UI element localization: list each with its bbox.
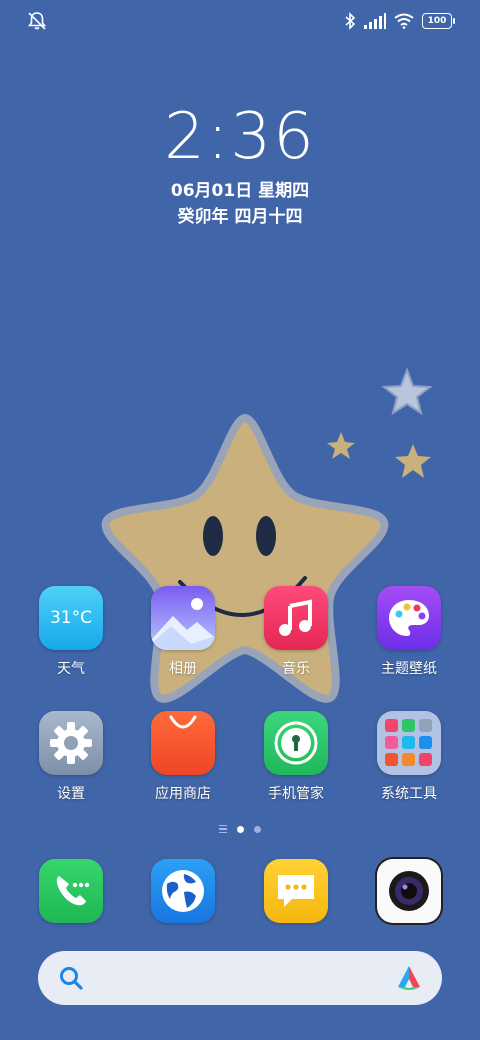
- weather-temperature: 31°C: [49, 608, 92, 628]
- dock-camera[interactable]: [359, 859, 459, 923]
- app-label: 音乐: [282, 661, 310, 677]
- page-indicator[interactable]: [0, 825, 480, 833]
- small-star-shape: [327, 432, 355, 459]
- security-manager-icon: [264, 711, 328, 775]
- browser-globe-icon: [151, 859, 215, 923]
- app-music[interactable]: 音乐: [246, 586, 346, 678]
- search-bar[interactable]: [38, 951, 442, 1005]
- app-label: 设置: [57, 786, 85, 802]
- assistant-logo-icon[interactable]: [394, 963, 424, 993]
- app-label: 相册: [169, 661, 197, 677]
- camera-icon: [377, 859, 441, 923]
- messages-icon: [264, 859, 328, 923]
- dock-browser[interactable]: [133, 859, 233, 923]
- music-icon: [264, 586, 328, 650]
- small-star-shape: [395, 444, 431, 478]
- app-settings[interactable]: 设置: [21, 711, 121, 803]
- app-label: 手机管家: [268, 786, 324, 802]
- status-bar: 100: [0, 0, 480, 40]
- weather-icon: 31°C: [39, 586, 103, 650]
- settings-gear-icon: [39, 711, 103, 775]
- gallery-icon: [151, 586, 215, 650]
- theme-palette-icon: [377, 586, 441, 650]
- clock-date: 06月01日 星期四: [170, 181, 310, 201]
- app-label: 主题壁纸: [381, 661, 437, 677]
- app-system-tools-folder[interactable]: 系统工具: [359, 711, 459, 803]
- app-label: 应用商店: [155, 786, 211, 802]
- wifi-icon: [394, 13, 414, 29]
- app-weather[interactable]: 31°C 天气: [21, 586, 121, 678]
- clock-lunar-date: 癸卯年 四月十四: [177, 207, 303, 227]
- app-security-manager[interactable]: 手机管家: [246, 711, 346, 803]
- page-indicator-menu[interactable]: [219, 825, 227, 833]
- page-dot[interactable]: [254, 825, 261, 833]
- app-app-store[interactable]: 应用商店: [133, 711, 233, 803]
- app-gallery[interactable]: 相册: [133, 586, 233, 678]
- small-star-shape: [381, 367, 433, 416]
- system-tools-folder-icon: [377, 711, 441, 775]
- bluetooth-icon: [345, 12, 356, 30]
- page-dot-active[interactable]: [237, 825, 244, 833]
- dock-messages[interactable]: [246, 859, 346, 923]
- signal-icon: [364, 13, 386, 29]
- battery-indicator: 100: [422, 13, 455, 29]
- app-theme-wallpaper[interactable]: 主题壁纸: [359, 586, 459, 678]
- phone-icon: [39, 859, 103, 923]
- clock-time[interactable]: 2:36: [0, 100, 480, 174]
- bell-muted-icon: [27, 12, 47, 30]
- app-store-bag-icon: [151, 711, 215, 775]
- search-icon[interactable]: [58, 965, 84, 991]
- dock-phone[interactable]: [21, 859, 121, 923]
- app-label: 系统工具: [381, 786, 437, 802]
- app-label: 天气: [57, 661, 85, 677]
